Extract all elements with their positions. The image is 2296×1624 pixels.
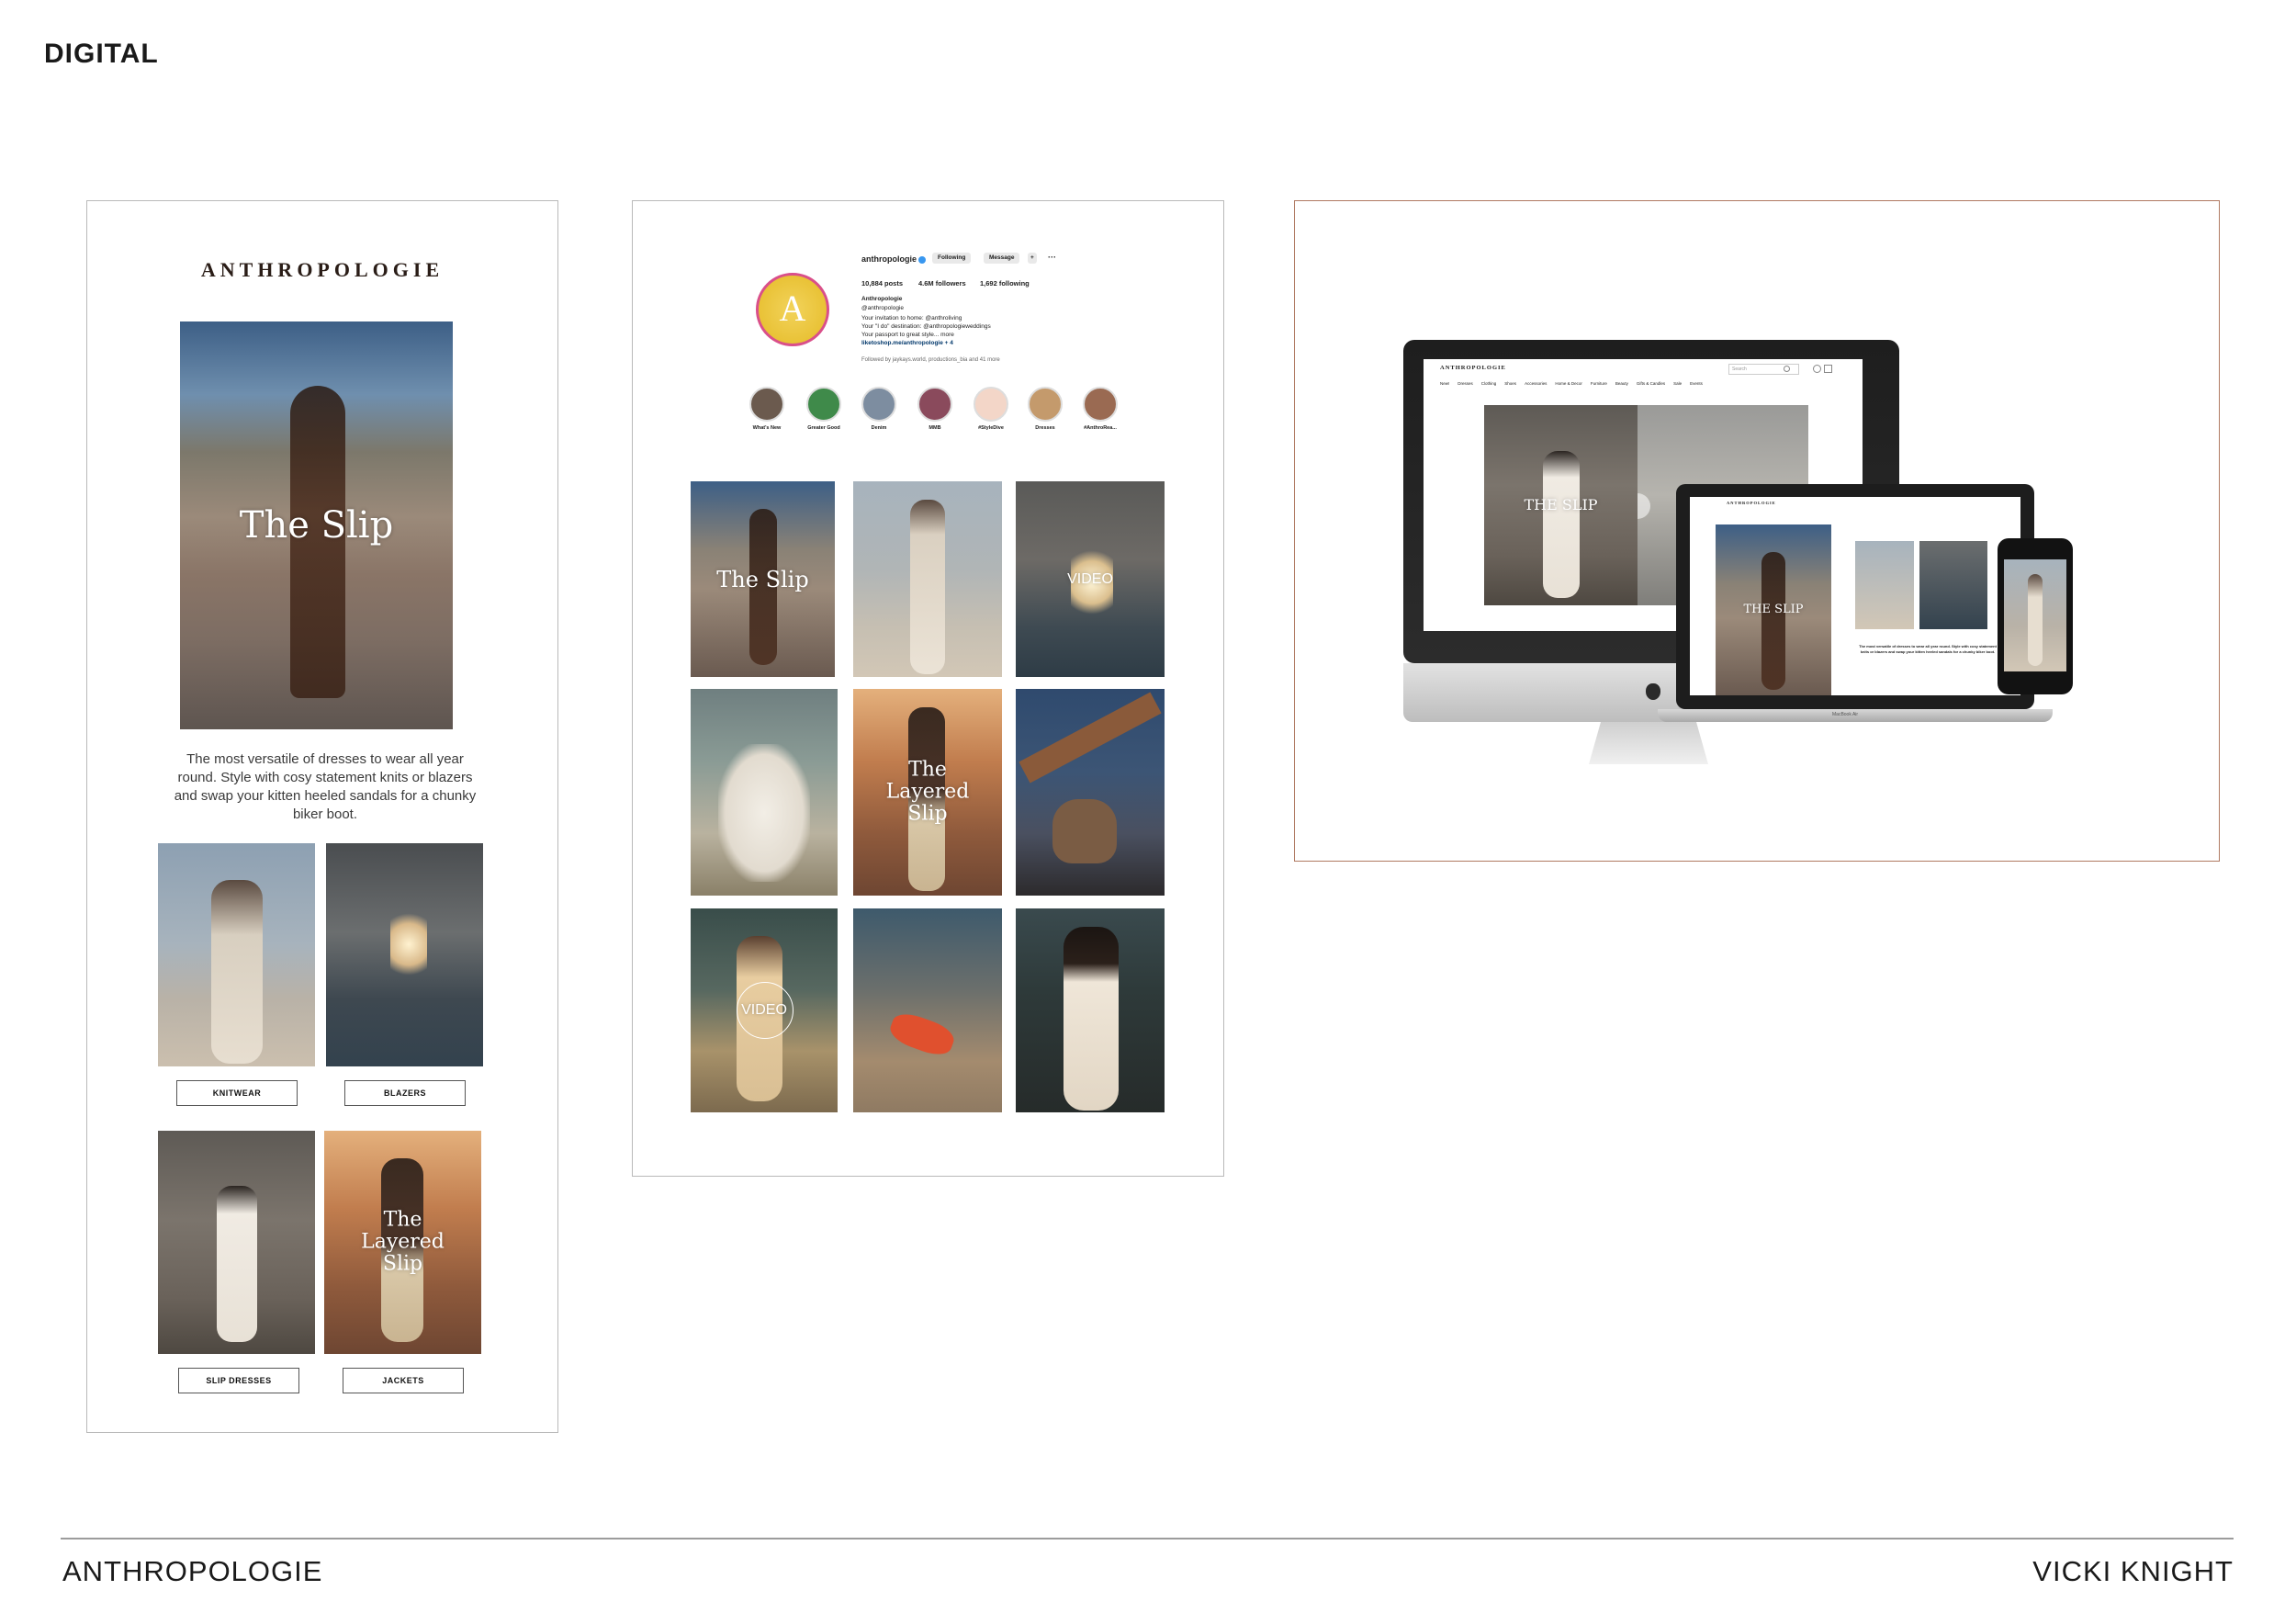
instagram-username: anthropologie [861, 254, 917, 264]
nav-item[interactable]: Gifts & Candles [1637, 381, 1665, 390]
category-button-jackets[interactable]: JACKETS [343, 1368, 464, 1393]
post-overlay-text: VIDEO [741, 1002, 787, 1019]
instagram-following-button[interactable]: Following [932, 253, 972, 264]
nav-item[interactable]: Clothing [1481, 381, 1497, 390]
nav-item[interactable]: Sale [1673, 381, 1682, 390]
instagram-bio-line-1: Your invitation to home: @anthroliving [861, 315, 962, 321]
footer-author: VICKI KNIGHT [2032, 1555, 2234, 1587]
nav-item[interactable]: New! [1440, 381, 1449, 390]
nav-item[interactable]: Furniture [1591, 381, 1607, 390]
email-body-text: The most versatile of dresses to wear al… [174, 751, 477, 822]
category-button-blazers[interactable]: BLAZERS [344, 1080, 466, 1106]
highlight-whats-new[interactable]: What's New [749, 387, 784, 431]
highlight-label: Denim [871, 425, 887, 431]
verified-icon [918, 256, 926, 264]
email-tile-image-jackets[interactable]: The Layered Slip [324, 1131, 481, 1354]
laptop-tile-image[interactable] [1855, 541, 1914, 629]
instagram-post[interactable]: VIDEO [1016, 481, 1165, 677]
laptop-hero-text: THE SLIP [1743, 602, 1804, 616]
instagram-post[interactable] [853, 908, 1002, 1112]
footer-brand: ANTHROPOLOGIE [62, 1555, 323, 1587]
highlight-label: Greater Good [807, 425, 840, 431]
instagram-bio-line-2: Your "I do" destination: @anthropologiew… [861, 323, 991, 330]
laptop-label: MacBook Air [1832, 712, 1859, 717]
section-title: DIGITAL [44, 39, 159, 69]
instagram-followers-count[interactable]: 4.6M followers [918, 279, 966, 288]
nav-item[interactable]: Shoes [1504, 381, 1516, 390]
instagram-name: Anthropologie [861, 296, 903, 302]
website-mockup-panel: ANTHROPOLOGIE Search New! Dresses Clothi… [1294, 200, 2220, 862]
post-overlay-text: The Slip [716, 566, 809, 592]
nav-item[interactable]: Events [1690, 381, 1703, 390]
email-tile-image-slip-dresses[interactable] [158, 1131, 315, 1354]
instagram-link[interactable]: liketoshop.me/anthropologie + 4 [861, 340, 953, 346]
highlight-label: MMB [929, 425, 941, 431]
instagram-following-count[interactable]: 1,692 following [980, 279, 1030, 288]
instagram-avatar[interactable]: A [756, 273, 829, 346]
email-hero-title: The Slip [239, 504, 394, 547]
nav-item[interactable]: Home & Decor [1555, 381, 1582, 390]
play-icon[interactable] [1638, 493, 1650, 519]
instagram-message-button[interactable]: Message [984, 253, 1020, 264]
instagram-post[interactable]: VIDEO [691, 908, 838, 1112]
highlight-label: What's New [752, 425, 782, 431]
email-panel: ANTHROPOLOGIE The Slip The most versatil… [86, 200, 558, 1433]
email-hero-image[interactable]: The Slip [180, 321, 453, 729]
nav-item[interactable]: Dresses [1458, 381, 1473, 390]
website-hero-image[interactable]: THE SLIP [1484, 405, 1638, 605]
highlight-styledive[interactable]: #StyleDive [974, 387, 1008, 431]
laptop-website: ANTHROPOLOGIE THE SLIP The most versatil… [1690, 497, 2020, 695]
website-logo[interactable]: ANTHROPOLOGIE [1440, 365, 1506, 371]
instagram-panel: A anthropologie Following Message + ··· … [632, 200, 1224, 1177]
phone-screen-image[interactable] [2004, 559, 2066, 671]
email-tile-image-knitwear[interactable] [158, 843, 315, 1066]
instagram-avatar-letter: A [779, 288, 806, 329]
highlight-anthroreal[interactable]: #AnthroRea... [1083, 387, 1118, 431]
laptop-tile-image[interactable] [1919, 541, 1987, 629]
footer-divider [61, 1538, 2234, 1539]
email-tile-overlay-jackets: The Layered Slip [361, 1208, 445, 1276]
email-tile-image-blazers[interactable] [326, 843, 483, 1066]
instagram-followed-by[interactable]: Followed by jaykays.world, productions_b… [861, 357, 1000, 363]
highlight-label: Dresses [1035, 425, 1055, 431]
highlight-denim[interactable]: Denim [861, 387, 896, 431]
category-button-knitwear[interactable]: KNITWEAR [176, 1080, 298, 1106]
imac-stand [1589, 722, 1708, 764]
account-icon[interactable] [1813, 365, 1821, 373]
instagram-add-button[interactable]: + [1028, 253, 1037, 264]
highlight-mmb[interactable]: MMB [917, 387, 952, 431]
highlight-label: #AnthroRea... [1084, 425, 1117, 431]
instagram-tag[interactable]: @anthropologie [861, 305, 904, 311]
laptop-body-text: The most versatile of dresses to wear al… [1859, 644, 1997, 654]
highlight-greater-good[interactable]: Greater Good [806, 387, 841, 431]
instagram-bio-line-3: Your passport to great style... more [861, 332, 954, 338]
instagram-post[interactable]: The Layered Slip [853, 689, 1002, 896]
post-overlay-text: The Layered Slip [885, 758, 970, 826]
nav-item[interactable]: Accessories [1525, 381, 1547, 390]
laptop-hero-image[interactable]: THE SLIP [1716, 524, 1831, 695]
instagram-post[interactable] [691, 689, 838, 896]
instagram-post[interactable] [853, 481, 1002, 677]
basket-icon[interactable] [1824, 365, 1832, 373]
instagram-posts-count: 10,884 posts [861, 279, 904, 288]
instagram-post[interactable] [1016, 908, 1165, 1112]
highlight-dresses[interactable]: Dresses [1028, 387, 1063, 431]
laptop-website-logo[interactable]: ANTHROPOLOGIE [1727, 501, 1776, 505]
instagram-post[interactable]: The Slip [691, 481, 835, 677]
nav-item[interactable]: Beauty [1615, 381, 1628, 390]
instagram-more-icon[interactable]: ··· [1048, 253, 1056, 262]
post-overlay-text: VIDEO [1067, 570, 1113, 587]
email-logo: ANTHROPOLOGIE [200, 258, 445, 281]
instagram-post[interactable] [1016, 689, 1165, 896]
category-button-slip-dresses[interactable]: SLIP DRESSES [178, 1368, 299, 1393]
apple-logo-icon [1646, 683, 1660, 700]
search-icon[interactable] [1784, 366, 1790, 372]
website-nav: New! Dresses Clothing Shoes Accessories … [1440, 381, 1844, 390]
website-hero-text: THE SLIP [1524, 496, 1598, 514]
highlight-label: #StyleDive [978, 425, 1004, 431]
